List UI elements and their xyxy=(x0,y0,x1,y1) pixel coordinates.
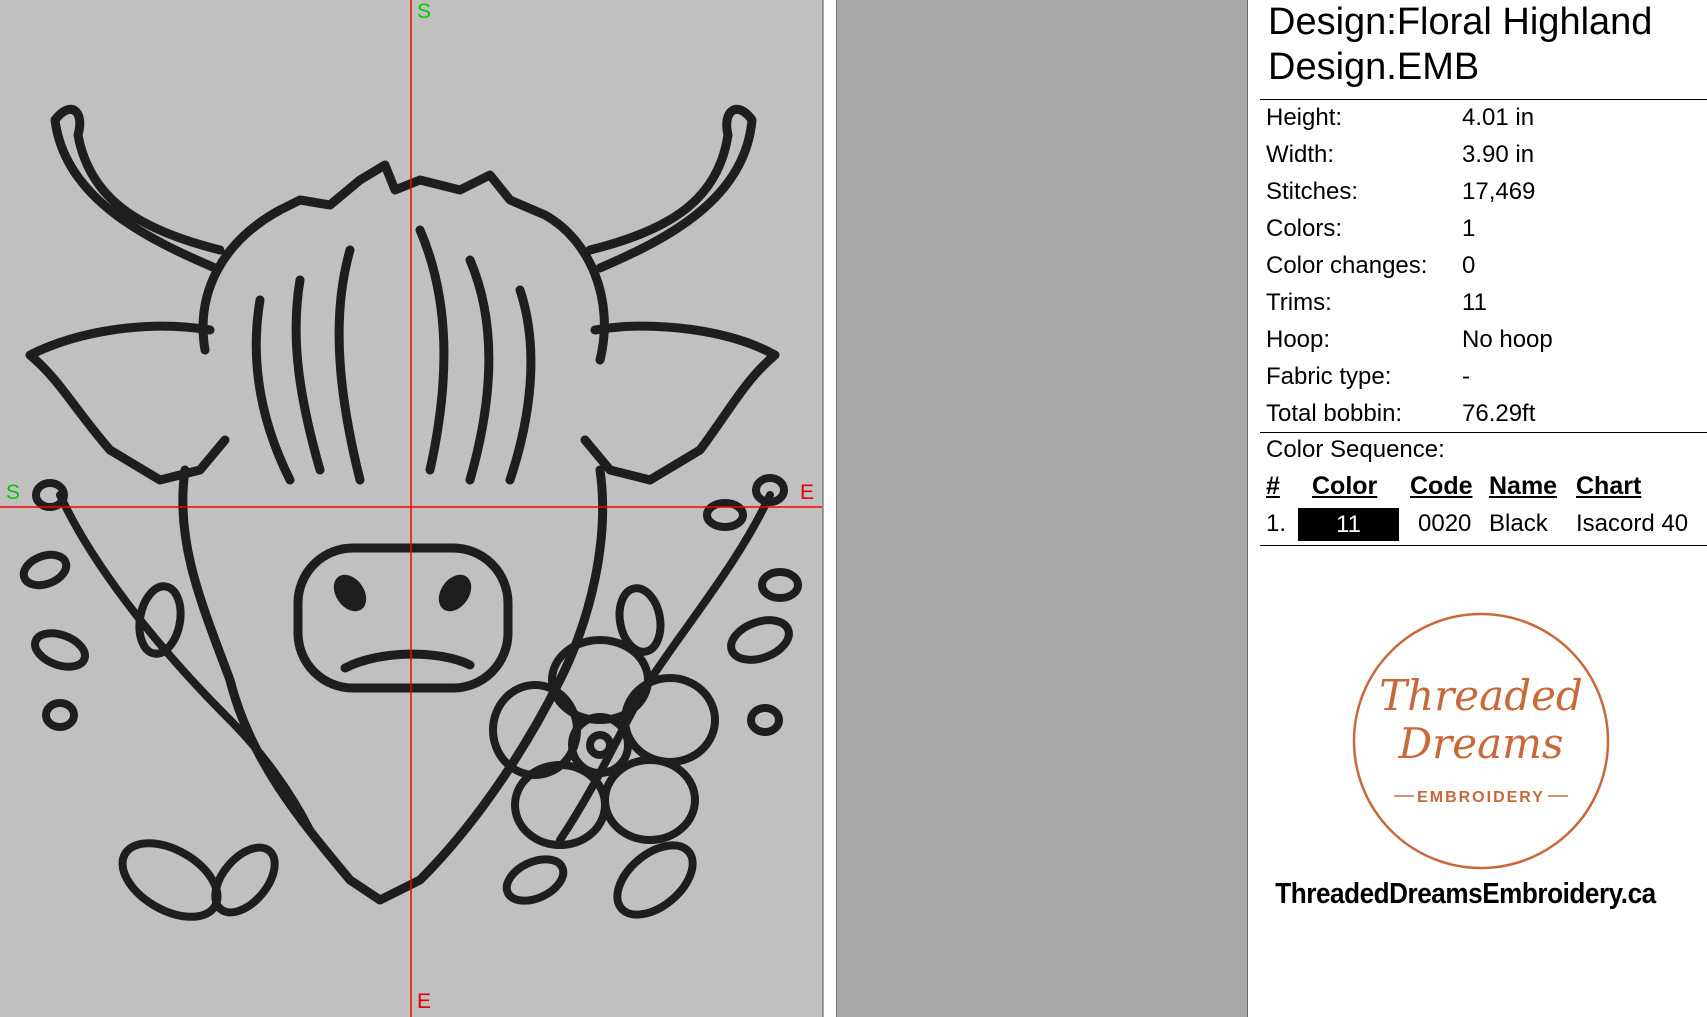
divider xyxy=(1260,545,1707,546)
property-label: Height: xyxy=(1266,104,1343,131)
logo-line1: Threaded xyxy=(1379,671,1583,720)
design-title: Design:Floral Highland Design.EMB xyxy=(1268,0,1698,90)
snout xyxy=(293,543,513,693)
property-value: 1 xyxy=(1462,215,1476,242)
row-chart: Isacord 40 xyxy=(1576,510,1689,537)
header-color: Color xyxy=(1312,472,1378,500)
start-marker-left: S xyxy=(6,481,21,504)
header-code: Code xyxy=(1410,472,1473,500)
threaded-dreams-logo: Threaded Dreams EMBROIDERY xyxy=(1352,612,1610,870)
property-label: Total bobbin: xyxy=(1266,400,1403,427)
property-label: Hoop: xyxy=(1266,326,1331,353)
property-value: 17,469 xyxy=(1462,178,1536,205)
property-label: Color changes: xyxy=(1266,252,1428,279)
embroidery-design-preview xyxy=(0,0,822,1017)
empty-workspace xyxy=(837,0,1247,1017)
design-title-line2: Design.EMB xyxy=(1268,46,1480,88)
property-value: 3.90 in xyxy=(1462,141,1535,168)
left-horn xyxy=(50,104,225,273)
property-label: Colors: xyxy=(1266,215,1343,242)
property-value: No hoop xyxy=(1462,326,1553,353)
property-value: 0 xyxy=(1462,252,1476,279)
property-value: - xyxy=(1462,363,1470,390)
canvas-border xyxy=(824,0,837,1017)
row-name: Black xyxy=(1489,510,1548,537)
property-label: Width: xyxy=(1266,141,1335,168)
header-num: # xyxy=(1266,472,1280,500)
right-horn xyxy=(585,104,757,273)
start-marker-top: S xyxy=(417,0,432,23)
end-marker-bottom: E xyxy=(417,990,432,1013)
left-ear xyxy=(25,321,230,485)
divider xyxy=(1260,99,1707,100)
right-branch xyxy=(556,491,774,844)
divider xyxy=(1260,432,1707,433)
property-label: Stitches: xyxy=(1266,178,1359,205)
design-title-line1: Design:Floral Highland xyxy=(1268,1,1653,43)
panel-border xyxy=(1247,0,1261,1017)
header-name: Name xyxy=(1489,472,1558,500)
row-code: 0020 xyxy=(1418,510,1472,537)
property-label: Trims: xyxy=(1266,289,1332,316)
end-marker-right: E xyxy=(800,481,815,504)
logo-line2: Dreams xyxy=(1397,719,1563,768)
head-tuft xyxy=(198,160,609,365)
property-value: 76.29ft xyxy=(1462,400,1536,427)
property-value: 4.01 in xyxy=(1462,104,1535,131)
row-num: 1. xyxy=(1266,510,1287,537)
right-ear xyxy=(580,321,780,485)
property-value: 11 xyxy=(1462,289,1487,316)
design-info-panel: Design:Floral Highland Design.EMB Height… xyxy=(1260,0,1707,1017)
logo-line3: EMBROIDERY xyxy=(1417,789,1545,806)
property-label: Fabric type: xyxy=(1266,363,1392,390)
color-sequence-title: Color Sequence: xyxy=(1266,436,1445,463)
header-chart: Chart xyxy=(1576,472,1642,500)
color-swatch: 11 xyxy=(1298,508,1399,541)
design-canvas[interactable]: S E S E xyxy=(0,0,823,1017)
website-url[interactable]: ThreadedDreamsEmbroidery.ca xyxy=(1272,878,1659,911)
